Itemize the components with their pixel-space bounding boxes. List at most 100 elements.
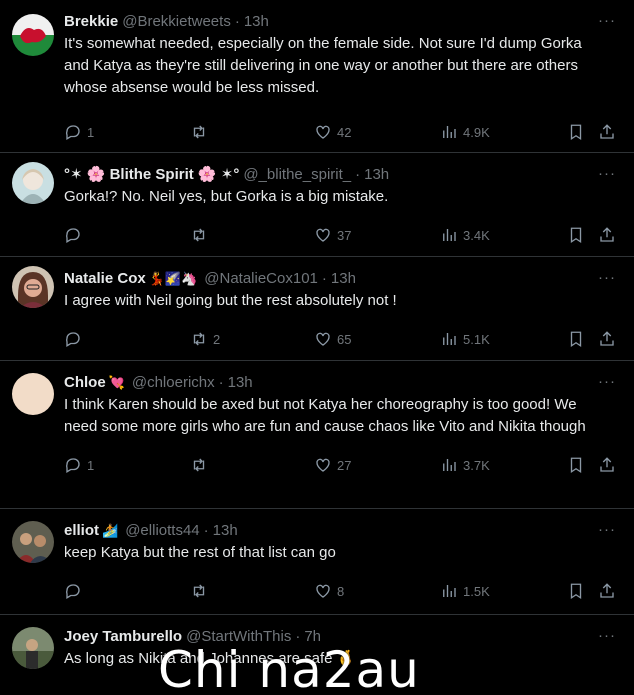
separator-dot: ·	[203, 522, 209, 539]
views-button[interactable]: 4.9K	[440, 123, 490, 141]
user-handle[interactable]: @elliotts44	[125, 521, 199, 541]
share-icon	[600, 331, 614, 346]
tweet-actions: 2 65 5.1K	[64, 318, 618, 366]
bookmark-button[interactable]	[567, 226, 585, 244]
avatar[interactable]	[12, 521, 54, 563]
like-button[interactable]: 37	[314, 226, 351, 244]
more-options-icon[interactable]: ···	[598, 269, 616, 286]
reply-button[interactable]: 1	[64, 123, 94, 141]
separator-dot: ·	[355, 166, 361, 183]
name-emoji: 💃🌠🦄	[148, 271, 198, 286]
reply-button[interactable]	[64, 226, 87, 244]
timestamp[interactable]: 13h	[331, 269, 356, 289]
display-name[interactable]: Natalie Cox	[64, 269, 146, 289]
avatar[interactable]	[12, 14, 54, 56]
retweet-button[interactable]	[190, 123, 213, 141]
user-handle[interactable]: @chloerichx	[132, 373, 215, 393]
share-icon	[600, 583, 614, 598]
reply-button[interactable]	[64, 582, 87, 600]
share-button[interactable]	[598, 330, 616, 348]
heart-icon	[316, 125, 330, 139]
views-button[interactable]: 1.5K	[440, 582, 490, 600]
tweet[interactable]: Chloe 💘 @chloerichx · 13h ··· I think Ka…	[0, 361, 634, 509]
tweet-text: It's somewhat needed, especially on the …	[64, 35, 582, 96]
bookmark-icon	[570, 124, 582, 141]
display-name[interactable]: elliot	[64, 521, 99, 541]
avatar[interactable]	[12, 627, 54, 669]
timestamp[interactable]: 13h	[244, 12, 269, 32]
analytics-icon	[443, 229, 456, 241]
more-options-icon[interactable]: ···	[598, 12, 616, 29]
tweet-actions: 8 1.5K	[64, 570, 618, 618]
tweet[interactable]: Brekkie @Brekkietweets · 13h ··· It's so…	[0, 0, 634, 153]
like-button[interactable]: 27	[314, 456, 351, 474]
share-button[interactable]	[598, 226, 616, 244]
like-button[interactable]: 42	[314, 123, 351, 141]
more-options-icon[interactable]: ···	[598, 165, 616, 182]
separator-dot: ·	[234, 13, 240, 30]
bookmark-icon	[570, 457, 582, 474]
view-count: 4.9K	[463, 124, 490, 140]
separator-dot: ·	[321, 270, 327, 287]
avatar[interactable]	[12, 162, 54, 204]
user-handle[interactable]: @Brekkietweets	[122, 12, 231, 32]
tweet-header: °✶ 🌸 Blithe Spirit 🌸 ✶° @_blithe_spirit_…	[64, 165, 618, 185]
retweet-button[interactable]: 2	[190, 330, 220, 348]
like-count: 65	[337, 331, 352, 347]
timestamp[interactable]: 13h	[213, 521, 238, 541]
views-button[interactable]: 5.1K	[440, 330, 490, 348]
retweet-button[interactable]	[190, 582, 213, 600]
reply-button[interactable]: 1	[64, 456, 94, 474]
display-name[interactable]: Chloe	[64, 373, 106, 393]
avatar[interactable]	[12, 266, 54, 308]
bookmark-button[interactable]	[567, 456, 585, 474]
more-options-icon[interactable]: ···	[598, 521, 616, 538]
share-button[interactable]	[598, 123, 616, 141]
like-count: 37	[337, 227, 352, 243]
analytics-icon	[443, 459, 456, 471]
like-count: 42	[337, 124, 352, 140]
share-button[interactable]	[598, 582, 616, 600]
avatar[interactable]	[12, 373, 54, 415]
retweet-button[interactable]	[190, 226, 213, 244]
bookmark-icon	[570, 583, 582, 600]
tweet[interactable]: Natalie Cox 💃🌠🦄 @NatalieCox101 · 13h ···…	[0, 257, 634, 361]
display-name[interactable]: °✶ 🌸 Blithe Spirit 🌸 ✶°	[64, 165, 239, 185]
reply-icon	[65, 458, 80, 473]
bookmark-icon	[570, 331, 582, 348]
tweet-actions: 1 27 3.7K	[64, 444, 618, 492]
bookmark-button[interactable]	[567, 123, 585, 141]
avatar-image	[12, 14, 54, 56]
watermark-text: Chi na2au	[158, 641, 420, 695]
more-options-icon[interactable]: ···	[598, 373, 616, 390]
timestamp[interactable]: 13h	[364, 165, 389, 185]
tweet-header: Natalie Cox 💃🌠🦄 @NatalieCox101 · 13h	[64, 269, 618, 289]
retweet-icon	[193, 125, 205, 139]
timestamp[interactable]: 13h	[228, 373, 253, 393]
retweet-icon	[193, 332, 205, 346]
tweet[interactable]: °✶ 🌸 Blithe Spirit 🌸 ✶° @_blithe_spirit_…	[0, 153, 634, 257]
share-button[interactable]	[598, 456, 616, 474]
display-name[interactable]: Brekkie	[64, 12, 118, 32]
user-handle[interactable]: @NatalieCox101	[204, 269, 318, 289]
tweet-text: keep Katya but the rest of that list can…	[64, 544, 336, 561]
avatar-image	[12, 162, 54, 204]
tweet-actions: 1 42 4.9K	[64, 111, 618, 159]
tweet[interactable]: elliot 🏄 @elliotts44 · 13h ··· keep Katy…	[0, 509, 634, 615]
bookmark-button[interactable]	[567, 582, 585, 600]
like-button[interactable]: 65	[314, 330, 351, 348]
views-button[interactable]: 3.7K	[440, 456, 490, 474]
tweet-text: I think Karen should be axed but not Kat…	[64, 396, 586, 435]
tweet-actions: 37 3.4K	[64, 214, 618, 262]
share-icon	[600, 124, 614, 139]
more-options-icon[interactable]: ···	[598, 627, 616, 644]
reply-button[interactable]	[64, 330, 87, 348]
reply-count: 1	[87, 457, 95, 473]
view-count: 3.4K	[463, 227, 490, 243]
like-button[interactable]: 8	[314, 582, 344, 600]
user-handle[interactable]: @_blithe_spirit_	[243, 165, 351, 185]
analytics-icon	[443, 585, 456, 597]
views-button[interactable]: 3.4K	[440, 226, 490, 244]
retweet-button[interactable]	[190, 456, 213, 474]
bookmark-button[interactable]	[567, 330, 585, 348]
